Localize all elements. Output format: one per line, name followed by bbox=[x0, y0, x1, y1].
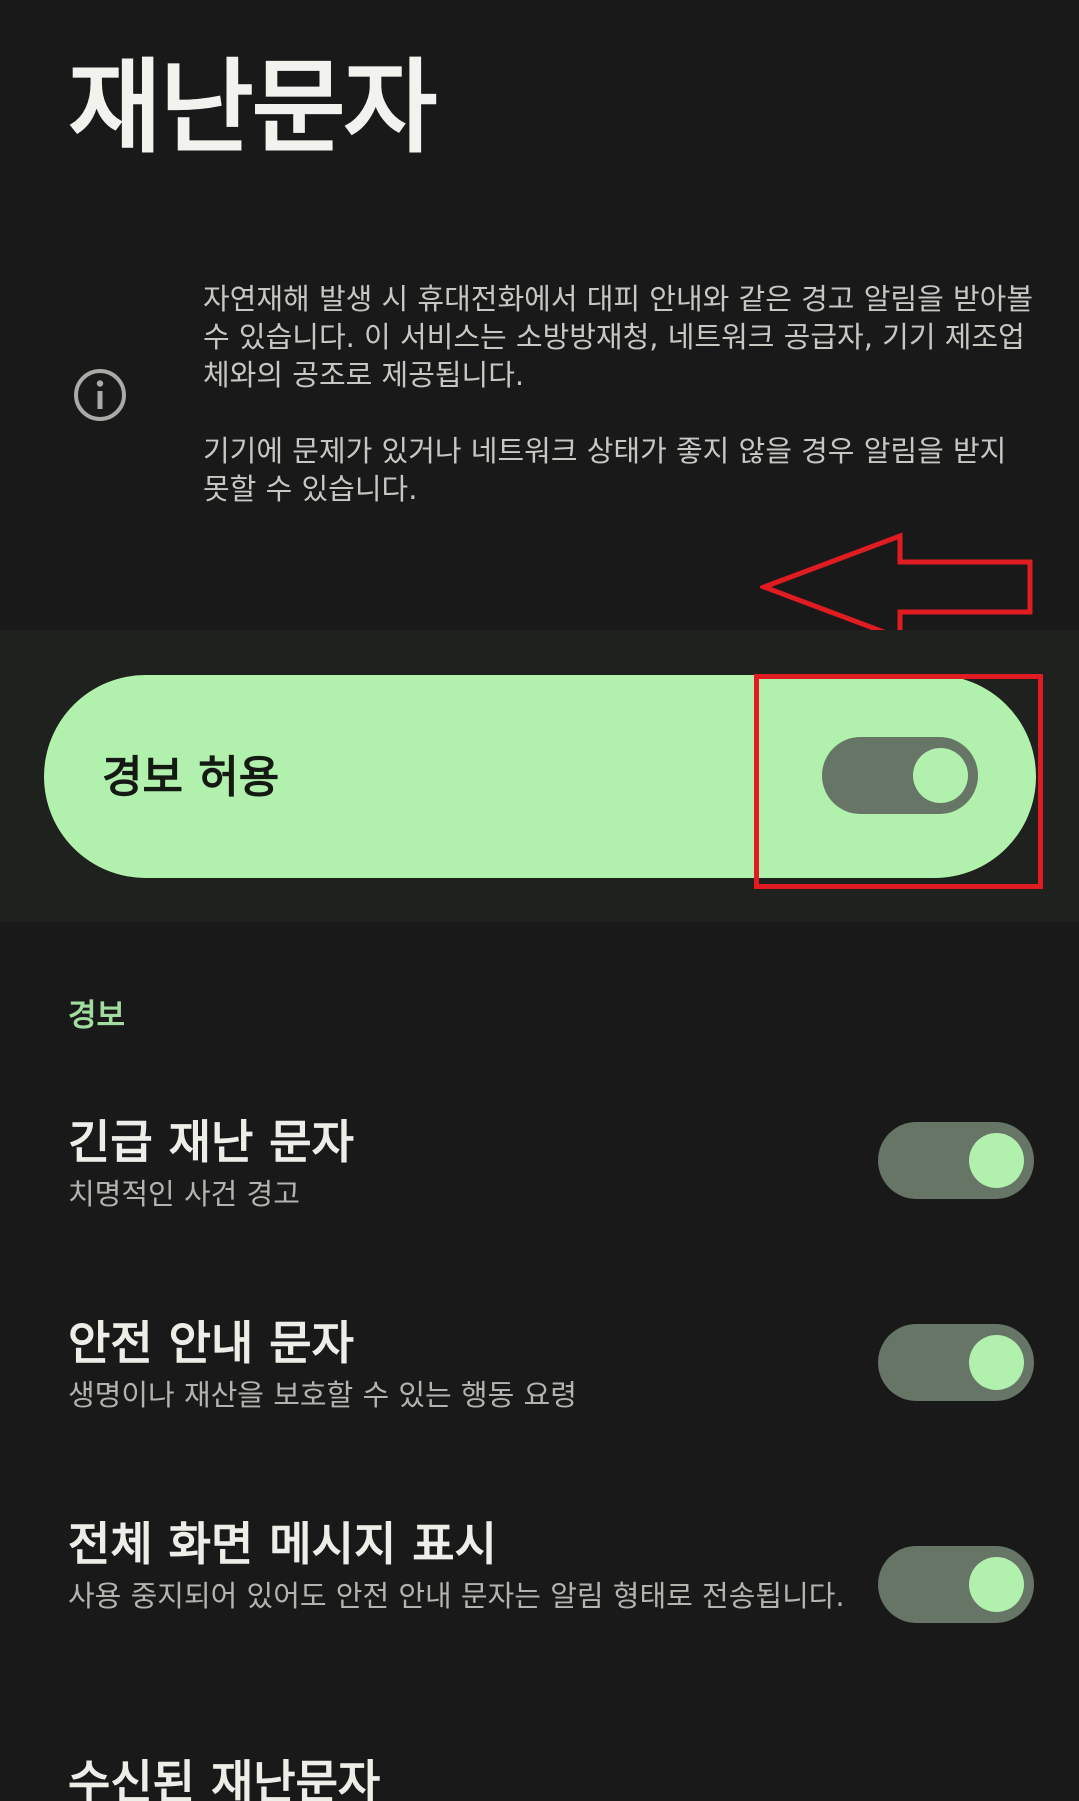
allow-alerts-label: 경보 허용 bbox=[102, 752, 280, 803]
setting-title: 안전 안내 문자 bbox=[68, 1316, 354, 1370]
setting-subtitle: 치명적인 사건 경고 bbox=[68, 1177, 300, 1211]
setting-fullscreen-message[interactable]: 전체 화면 메시지 표시 사용 중지되어 있어도 안전 안내 문자는 알림 형태… bbox=[0, 1514, 1079, 1664]
section-header-alerts: 경보 bbox=[68, 998, 126, 1034]
setting-subtitle: 사용 중지되어 있어도 안전 안내 문자는 알림 형태로 전송됩니다. bbox=[68, 1579, 845, 1613]
info-paragraph-1: 자연재해 발생 시 휴대전화에서 대피 안내와 같은 경고 알림을 받아볼 수 … bbox=[203, 282, 1034, 392]
toggle-knob bbox=[969, 1557, 1024, 1612]
annotation-arrow-icon bbox=[756, 532, 1035, 642]
safety-guidance-toggle[interactable] bbox=[878, 1324, 1034, 1401]
setting-title: 전체 화면 메시지 표시 bbox=[68, 1517, 497, 1571]
setting-extreme-threats[interactable]: 긴급 재난 문자 치명적인 사건 경고 bbox=[0, 1112, 1079, 1222]
annotation-highlight-box bbox=[754, 674, 1043, 889]
toggle-knob bbox=[969, 1335, 1024, 1390]
setting-received-alerts[interactable]: 수신된 재난문자 bbox=[0, 1752, 1079, 1801]
info-paragraph-2: 기기에 문제가 있거나 네트워크 상태가 좋지 않을 경우 알림을 받지 못할 … bbox=[203, 434, 1007, 506]
info-description: 자연재해 발생 시 휴대전화에서 대피 안내와 같은 경고 알림을 받아볼 수 … bbox=[203, 280, 1033, 508]
setting-subtitle: 생명이나 재산을 보호할 수 있는 행동 요령 bbox=[68, 1378, 577, 1412]
setting-title: 긴급 재난 문자 bbox=[68, 1115, 354, 1169]
setting-title: 수신된 재난문자 bbox=[68, 1755, 381, 1801]
fullscreen-message-toggle[interactable] bbox=[878, 1546, 1034, 1623]
emergency-alerts-screen: 재난문자 자연재해 발생 시 휴대전화에서 대피 안내와 같은 경고 알림을 받… bbox=[0, 0, 1079, 1801]
page-title: 재난문자 bbox=[68, 49, 437, 168]
toggle-knob bbox=[969, 1133, 1024, 1188]
extreme-threats-toggle[interactable] bbox=[878, 1122, 1034, 1199]
setting-safety-guidance[interactable]: 안전 안내 문자 생명이나 재산을 보호할 수 있는 행동 요령 bbox=[0, 1313, 1079, 1423]
info-icon bbox=[72, 367, 128, 423]
